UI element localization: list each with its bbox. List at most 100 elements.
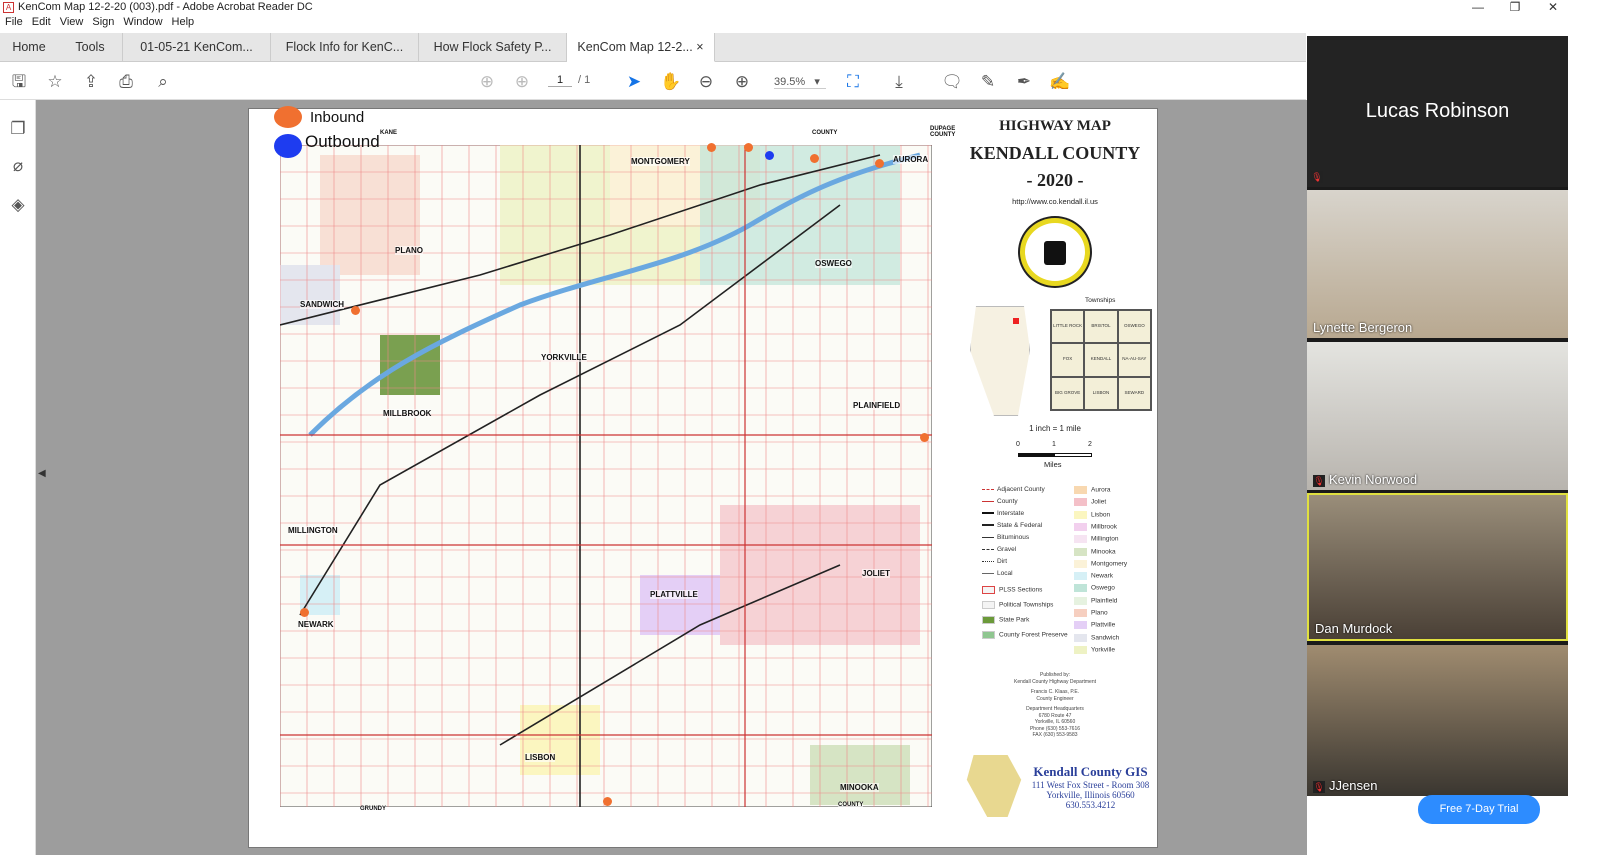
outbound-legend-marker (274, 134, 302, 158)
zoom-select[interactable]: 39.5% ▾ (774, 75, 826, 89)
participant-name: Lynette Bergeron (1313, 320, 1413, 335)
participant-name: JJensen (1329, 778, 1378, 793)
town-label: YORKVILLE (541, 353, 587, 362)
highlight-icon[interactable]: ✎ (977, 71, 999, 93)
legend-area-item: Aurora (1074, 486, 1111, 494)
hand-icon[interactable]: ✋ (660, 71, 682, 93)
inbound-marker[interactable] (744, 143, 753, 152)
close-tab-icon[interactable]: × (696, 40, 703, 54)
tab-document-1[interactable]: 01-05-21 KenCom... (123, 33, 271, 62)
inbound-marker[interactable] (351, 306, 360, 315)
inbound-marker[interactable] (810, 154, 819, 163)
edit-pdf-icon[interactable]: ✍ (1049, 71, 1071, 93)
town-label: PLANO (395, 246, 423, 255)
participant-tile[interactable]: Lynette Bergeron (1307, 190, 1568, 338)
select-cursor-icon[interactable]: ➤ (623, 71, 645, 93)
legend-label: Joliet (1091, 499, 1107, 507)
cloud-upload-icon[interactable]: ⇪ (80, 71, 102, 93)
collapse-panel-icon[interactable]: ◀ (38, 468, 46, 479)
menu-edit[interactable]: Edit (32, 16, 51, 28)
scale-text: 1 inch = 1 mile (1029, 424, 1081, 433)
participant-tile[interactable]: 🎙 Kevin Norwood (1307, 342, 1568, 490)
page-down-icon[interactable]: ⊕ (511, 71, 533, 93)
legend-line-item: Gravel (982, 546, 1016, 553)
sign-icon[interactable]: ✒ (1013, 71, 1035, 93)
page-number-input[interactable]: 1 (548, 74, 572, 87)
legend-area-item: Lisbon (1074, 510, 1110, 519)
pages-icon[interactable]: ❐ (7, 118, 29, 140)
gis-city: Yorkville, Illinois 60560 (1046, 790, 1135, 800)
legend-label: Oswego (1091, 585, 1115, 593)
legend-label: Bituminous (997, 534, 1030, 541)
area-swatch (982, 601, 995, 609)
legend-area-item: Yorkville (1074, 645, 1115, 654)
inbound-marker[interactable] (603, 797, 612, 806)
page-up-icon[interactable]: ⊕ (476, 71, 498, 93)
outbound-marker[interactable] (765, 151, 774, 160)
menu-file[interactable]: File (5, 16, 23, 28)
legend-label: Plano (1091, 609, 1108, 617)
zoom-out-icon[interactable]: ⊖ (695, 71, 717, 93)
close-button[interactable]: ✕ (1538, 0, 1568, 14)
scale-tick: 1 (1052, 441, 1056, 448)
area-swatch (1074, 559, 1087, 568)
edge-label: GRUNDY (360, 806, 387, 812)
comment-icon[interactable]: 🗨 (941, 71, 963, 93)
gis-address: 111 West Fox Street - Room 308 (1031, 780, 1150, 790)
inbound-marker[interactable] (300, 608, 309, 617)
attachment-icon[interactable]: ⌀ (7, 155, 29, 177)
participant-tile[interactable]: Lucas Robinson 🎙 (1307, 36, 1568, 187)
township: BIG GROVE (1051, 376, 1085, 410)
fit-page-icon[interactable]: ⛶ (842, 71, 864, 93)
participant-tile-active-speaker[interactable]: Dan Murdock (1307, 493, 1568, 641)
legend-label: Yorkville (1091, 646, 1115, 654)
scale-unit: Miles (1044, 460, 1062, 469)
legend-label: Political Townships (999, 601, 1054, 609)
legend-label: Adjacent County (997, 486, 1045, 493)
line-swatch (982, 524, 994, 527)
legend-line-item: County Forest Preserve (982, 631, 1068, 639)
tab-home[interactable]: Home (0, 33, 58, 62)
outbound-legend-label: Outbound (305, 132, 380, 151)
menu-sign[interactable]: Sign (92, 16, 114, 28)
tab-document-2[interactable]: Flock Info for KenC... (271, 33, 419, 62)
tab-document-3[interactable]: How Flock Safety P... (419, 33, 567, 62)
zoom-in-icon[interactable]: ⊕ (731, 71, 753, 93)
layers-icon[interactable]: ◈ (7, 194, 29, 216)
muted-mic-icon: 🎙 (1311, 171, 1323, 183)
menu-view[interactable]: View (60, 16, 84, 28)
area-swatch (1074, 584, 1087, 593)
township: LITTLE ROCK (1051, 310, 1085, 344)
scroll-mode-icon[interactable]: ⤓ (888, 71, 910, 93)
kendall-location-marker (1013, 318, 1019, 324)
free-trial-button[interactable]: Free 7-Day Trial (1418, 795, 1540, 824)
title-bar: A KenCom Map 12-2-20 (003).pdf - Adobe A… (0, 0, 1600, 16)
scale-bar (1018, 453, 1092, 457)
gis-contact: Kendall County GIS 111 West Fox Street -… (1028, 764, 1153, 810)
star-icon[interactable]: ☆ (44, 71, 66, 93)
inbound-marker[interactable] (875, 159, 884, 168)
inbound-marker[interactable] (707, 143, 716, 152)
area-swatch (1074, 621, 1087, 630)
menu-help[interactable]: Help (172, 16, 195, 28)
inbound-marker[interactable] (920, 433, 929, 442)
restore-button[interactable]: ❐ (1500, 0, 1530, 14)
tab-tools[interactable]: Tools (58, 33, 123, 62)
township: SEWARD (1117, 376, 1151, 410)
legend-line-item: PLSS Sections (982, 586, 1042, 594)
window-title: KenCom Map 12-2-20 (003).pdf - Adobe Acr… (18, 1, 313, 13)
search-icon[interactable]: ⌕ (152, 71, 174, 93)
menu-window[interactable]: Window (123, 16, 162, 28)
tab-document-active[interactable]: KenCom Map 12-2... × (567, 33, 715, 62)
scale-tick: 0 (1016, 441, 1020, 448)
save-icon[interactable]: 🖫 (8, 71, 30, 93)
participant-tile[interactable]: 🎙 JJensen (1307, 645, 1568, 796)
edge-label: COUNTY (812, 130, 838, 136)
minimize-button[interactable]: — (1463, 0, 1493, 14)
legend-area-item: Plano (1074, 609, 1108, 617)
township: BRISTOL (1084, 310, 1118, 344)
legend-label: Montgomery (1091, 560, 1128, 568)
town-label: MILLINGTON (288, 526, 338, 535)
town-label: LISBON (525, 753, 556, 762)
print-icon[interactable]: ⎙ (115, 71, 137, 93)
